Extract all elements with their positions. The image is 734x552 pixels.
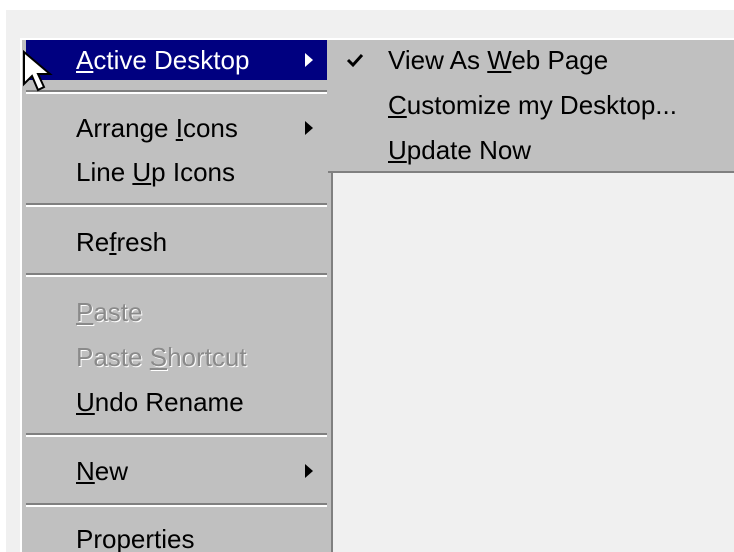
menu-item-active-desktop[interactable]: Active Desktop bbox=[26, 40, 327, 80]
menu-item-properties[interactable]: Properties bbox=[26, 519, 327, 552]
submenu-item-update-now[interactable]: Update Now bbox=[332, 130, 730, 170]
submenu-item-customize-my-desktop[interactable]: Customize my Desktop... bbox=[332, 85, 730, 125]
menu-item-label: Undo Rename bbox=[76, 387, 244, 417]
menu-item-undo-rename[interactable]: Undo Rename bbox=[26, 382, 327, 422]
check-icon bbox=[346, 53, 364, 68]
menu-item-label: New bbox=[76, 456, 129, 486]
menu-item-label: Line Up Icons bbox=[76, 157, 235, 187]
submenu-arrow-icon bbox=[305, 121, 313, 135]
menu-item-arrange-icons[interactable]: Arrange Icons bbox=[26, 108, 327, 148]
menu-item-paste: Paste bbox=[26, 292, 327, 332]
menu-item-paste-shortcut: Paste Shortcut bbox=[26, 337, 327, 377]
active-desktop-submenu: View As Web Page Customize my Desktop...… bbox=[328, 38, 734, 173]
menu-separator bbox=[26, 433, 327, 437]
menu-item-label: Active Desktop bbox=[76, 45, 250, 75]
menu-separator bbox=[26, 503, 327, 507]
mouse-pointer-icon bbox=[23, 50, 53, 92]
submenu-arrow-icon bbox=[305, 464, 313, 478]
menu-separator bbox=[26, 273, 327, 277]
desktop-context-menu: Active Desktop Arrange Icons Line Up Ico… bbox=[20, 38, 333, 552]
submenu-item-label: Update Now bbox=[388, 135, 532, 165]
menu-separator bbox=[26, 90, 327, 94]
menu-item-label: Paste Shortcut bbox=[76, 342, 247, 372]
menu-item-label: Paste bbox=[76, 297, 143, 327]
menu-item-label: Properties bbox=[76, 524, 195, 552]
menu-item-label: Refresh bbox=[76, 227, 168, 257]
submenu-arrow-icon bbox=[305, 53, 313, 67]
menu-item-label: Arrange Icons bbox=[76, 113, 238, 143]
submenu-item-view-as-web-page[interactable]: View As Web Page bbox=[332, 40, 730, 80]
menu-separator bbox=[26, 203, 327, 207]
submenu-item-label: Customize my Desktop... bbox=[388, 90, 677, 120]
menu-item-new[interactable]: New bbox=[26, 451, 327, 491]
menu-item-line-up-icons[interactable]: Line Up Icons bbox=[26, 152, 327, 192]
menu-item-refresh[interactable]: Refresh bbox=[26, 222, 327, 262]
submenu-item-label: View As Web Page bbox=[388, 45, 609, 75]
